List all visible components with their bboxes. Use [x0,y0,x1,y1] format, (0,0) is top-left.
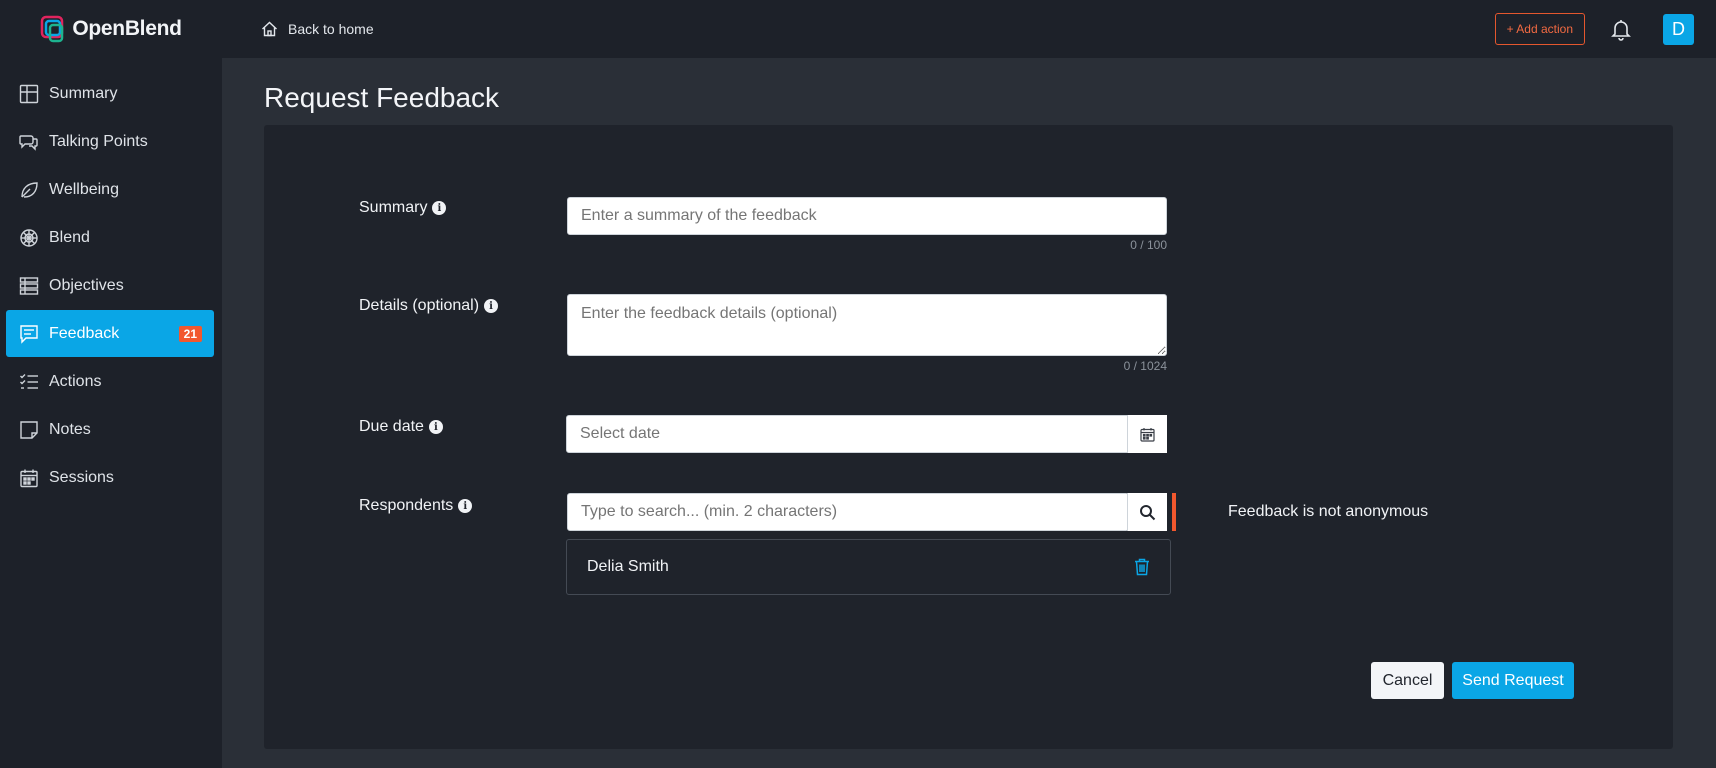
sidebar-item-label: Feedback [49,324,120,342]
sidebar-nav: Summary Talking Points Wellbeing Blend O… [0,58,222,501]
anonymity-note: Feedback is not anonymous [1228,503,1429,520]
info-icon[interactable]: i [428,420,443,434]
web-icon [18,227,40,249]
date-picker-button[interactable] [1127,415,1167,453]
sidebar-item-sessions[interactable]: Sessions [6,454,214,501]
details-char-counter: 0 / 1024 [1123,359,1167,373]
search-icon [1140,504,1156,520]
sidebar-item-notes[interactable]: Notes [6,406,214,453]
sidebar-item-label: Blend [49,228,90,246]
respondents-label-text: Respondents [359,497,454,514]
sidebar-item-label: Summary [49,84,118,102]
respondent-item: Delia Smith [566,539,1171,595]
logo[interactable]: OpenBlend [0,0,222,58]
respondent-name: Delia Smith [587,558,669,575]
sidebar-item-label: Talking Points [49,132,148,150]
details-textarea[interactable] [567,294,1167,356]
sidebar-item-label: Sessions [49,468,114,486]
due-date-input[interactable] [566,415,1167,453]
sidebar-item-blend[interactable]: Blend [6,214,214,261]
info-icon[interactable]: i [432,201,447,215]
bell-icon[interactable] [1609,17,1633,41]
info-icon[interactable]: i [484,299,499,313]
sidebar-item-feedback[interactable]: Feedback 21 [6,310,214,357]
sidebar-item-actions[interactable]: Actions [6,358,214,405]
sidebar-item-label: Actions [49,372,102,390]
request-feedback-form: Summary i 0 / 100 Details (optional) i 0… [264,125,1673,749]
feedback-count-badge: 21 [178,325,202,342]
chat-bubbles-icon [18,131,40,153]
list-layers-icon [18,275,40,297]
calendar-icon [18,467,40,489]
sidebar-item-label: Objectives [49,276,124,294]
sidebar-item-wellbeing[interactable]: Wellbeing [6,166,214,213]
add-action-button[interactable]: + Add action [1494,13,1585,45]
comment-icon [18,323,40,345]
checklist-icon [18,371,40,393]
sidebar-item-talking-points[interactable]: Talking Points [6,118,214,165]
summary-char-counter: 0 / 100 [1130,238,1167,252]
respondent-search-input[interactable] [567,493,1129,531]
summary-input[interactable] [567,197,1167,235]
sidebar-item-summary[interactable]: Summary [6,70,214,117]
anonymity-indicator [1172,493,1176,531]
sidebar-item-objectives[interactable]: Objectives [6,262,214,309]
due-date-label: Due date i [359,418,443,436]
info-icon[interactable]: i [458,499,473,513]
details-label-text: Details (optional) [359,297,480,314]
summary-label: Summary i [359,199,447,217]
send-request-button[interactable]: Send Request [1452,662,1574,699]
leaf-icon [18,179,40,201]
respondents-label: Respondents i [359,497,473,515]
back-to-home-label: Back to home [288,21,374,37]
summary-label-text: Summary [359,199,428,216]
home-icon [261,21,278,37]
sidebar: OpenBlend Summary Talking Points Wellbei… [0,0,222,768]
back-to-home-link[interactable]: Back to home [261,21,374,37]
openblend-logo-icon [41,15,64,43]
sidebar-item-label: Wellbeing [49,180,119,198]
grid-icon [18,83,40,105]
cancel-button[interactable]: Cancel [1371,662,1444,699]
due-date-label-text: Due date [359,418,424,435]
avatar[interactable]: D [1663,13,1694,45]
trash-icon[interactable] [1134,558,1150,576]
sticky-note-icon [18,419,40,441]
sidebar-item-label: Notes [49,420,91,438]
logo-text: OpenBlend [72,17,182,40]
details-label: Details (optional) i [359,297,499,315]
calendar-icon [1140,427,1155,442]
top-bar: Back to home + Add action D [222,0,1716,58]
page-title: Request Feedback [264,82,500,113]
top-bar-actions: + Add action D [1494,13,1716,45]
respondent-search-button[interactable] [1127,493,1167,531]
